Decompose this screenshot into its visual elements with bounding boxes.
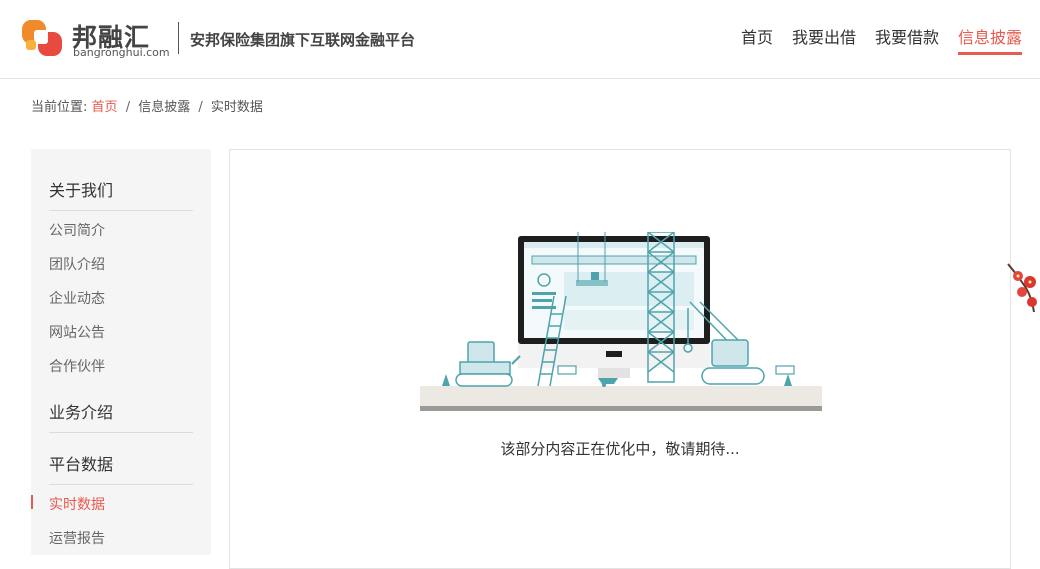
nav-disclosure[interactable]: 信息披露 <box>957 24 1022 55</box>
sidebar-item-partners[interactable]: 合作伙伴 <box>49 356 105 376</box>
breadcrumb-separator: / <box>198 100 203 115</box>
sidebar-item-news[interactable]: 企业动态 <box>49 288 105 308</box>
sidebar-item-realtime-data[interactable]: 实时数据 <box>49 494 105 514</box>
sidebar-item-team[interactable]: 团队介绍 <box>49 254 105 274</box>
sidebar-item-operation-report[interactable]: 运营报告 <box>49 528 105 548</box>
breadcrumb-prefix: 当前位置: <box>31 100 88 115</box>
optimizing-message: 该部分内容正在优化中，敬请期待... <box>500 440 740 458</box>
logo-domain: bangronghui.com <box>73 46 170 59</box>
nav-borrow[interactable]: 我要借款 <box>875 24 939 55</box>
active-indicator <box>31 495 33 509</box>
breadcrumb-current: 实时数据 <box>210 100 263 115</box>
nav-home[interactable]: 首页 <box>741 24 773 55</box>
sidebar: 关于我们 公司简介 团队介绍 企业动态 网站公告 合作伙伴 业务介绍 平台数据 … <box>31 149 211 555</box>
sidebar-group-about[interactable]: 关于我们 <box>49 177 193 211</box>
site-logo[interactable]: 邦融汇 bangronghui.com <box>20 14 170 62</box>
breadcrumb-disclosure[interactable]: 信息披露 <box>138 100 190 115</box>
breadcrumb-home-link[interactable]: 首页 <box>92 100 118 115</box>
sidebar-group-platform-data[interactable]: 平台数据 <box>49 451 193 485</box>
logo-mark-icon <box>22 20 62 56</box>
main-nav: 首页 我要出借 我要借款 信息披露 <box>722 24 1022 55</box>
logo-divider <box>178 22 179 54</box>
breadcrumb: 当前位置: 首页 / 信息披露 / 实时数据 <box>31 96 263 115</box>
under-construction-illustration <box>420 232 822 411</box>
sidebar-group-business[interactable]: 业务介绍 <box>49 399 193 433</box>
sidebar-item-company-profile[interactable]: 公司简介 <box>49 220 105 240</box>
plum-blossom-decoration-icon <box>1007 263 1037 313</box>
breadcrumb-separator: / <box>125 100 131 115</box>
nav-invest[interactable]: 我要出借 <box>792 24 856 55</box>
content-panel: 该部分内容正在优化中，敬请期待... <box>229 149 1011 569</box>
site-header: 邦融汇 bangronghui.com 安邦保险集团旗下互联网金融平台 首页 我… <box>0 0 1040 79</box>
sidebar-item-announcements[interactable]: 网站公告 <box>49 322 105 342</box>
site-slogan: 安邦保险集团旗下互联网金融平台 <box>190 31 416 49</box>
